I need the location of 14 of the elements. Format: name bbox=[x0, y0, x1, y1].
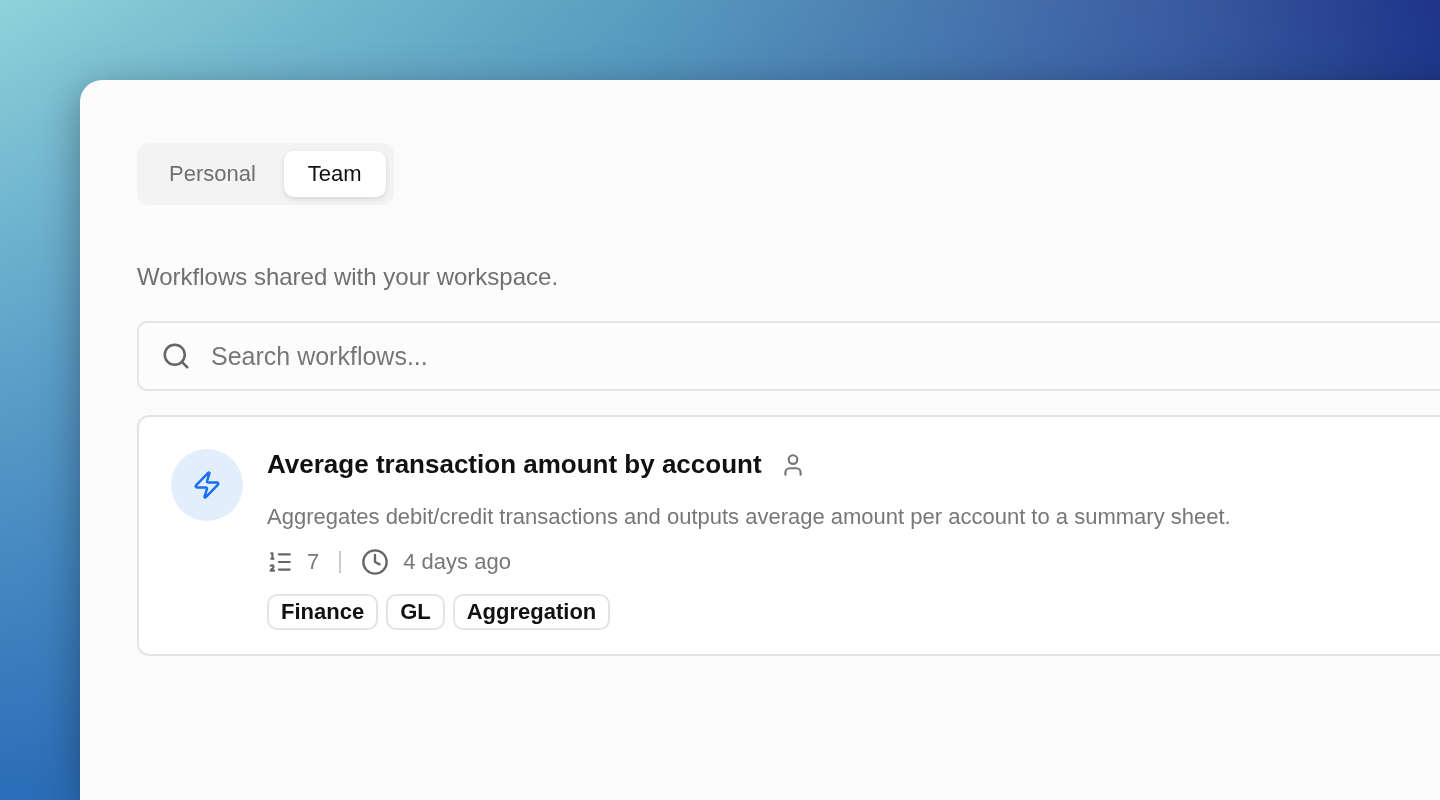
tab[interactable]: Personal bbox=[145, 151, 280, 197]
search-field[interactable]: Search workflows... bbox=[137, 321, 1440, 391]
numbered-list-icon bbox=[267, 549, 293, 575]
tag: Finance bbox=[267, 594, 379, 630]
workflow-title: Average transaction amount by account bbox=[267, 449, 762, 480]
tag: GL bbox=[386, 594, 445, 630]
tag: Aggregation bbox=[452, 594, 611, 630]
clock-icon bbox=[361, 548, 390, 576]
step-count: 7 bbox=[307, 549, 320, 575]
tab[interactable]: Team bbox=[283, 151, 386, 197]
workflow-summary: Aggregates debit/credit transactions and outputs average amount per account to a summary sheet. bbox=[267, 504, 1231, 530]
section-description: Workflows shared with your workspace. bbox=[137, 263, 560, 291]
updated-time: 4 days ago bbox=[403, 549, 511, 575]
workflow-card[interactable]: Average transaction amount by account Aggregates debit/credit transactions and outputs average amount per account to a summary sheet. 7 4 days ago Finance GL Aggregation bbox=[137, 415, 1440, 656]
